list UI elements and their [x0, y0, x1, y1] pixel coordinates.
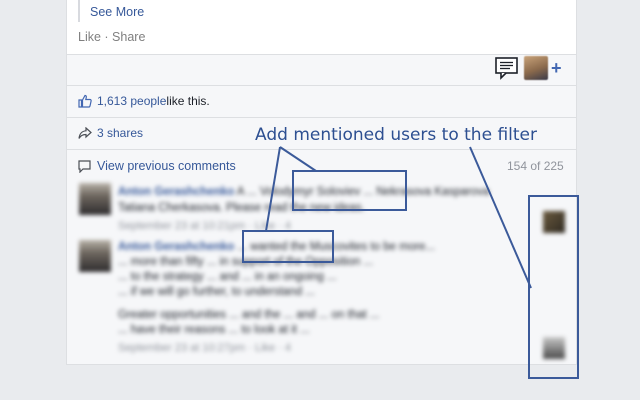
post-actions: Like · Share — [78, 30, 145, 44]
shares-link[interactable]: 3 shares — [97, 126, 143, 140]
comment-text: ... if we will go further, to understand… — [118, 286, 315, 298]
thumbs-up-icon — [78, 94, 92, 108]
view-previous-row[interactable]: View previous comments — [78, 159, 236, 173]
likes-row: 1,613 people like this. — [78, 94, 210, 108]
add-icon[interactable]: + — [551, 58, 562, 78]
divider — [66, 149, 577, 150]
comment-meta: September 23 at 10:27pm · Like · 4 — [118, 342, 292, 354]
see-more-link[interactable]: See More — [90, 5, 144, 19]
comment-as-icon[interactable] — [494, 56, 520, 80]
quote-bar — [78, 0, 80, 22]
comment-avatar[interactable] — [79, 240, 111, 272]
shares-row[interactable]: 3 shares — [78, 126, 143, 140]
comment-author[interactable]: Anton Gerashchenko — [118, 186, 234, 198]
comment-body: Anton Gerashchenko ... wanted the Muscov… — [118, 240, 566, 356]
annotation-box-mention-1 — [292, 170, 407, 211]
likes-suffix: like this. — [166, 94, 210, 108]
share-link[interactable]: Share — [112, 30, 145, 44]
comments-pagination: 154 of 225 — [507, 159, 564, 173]
comment-text: ... to the strategy ... and ... in an on… — [118, 271, 337, 283]
top-right-faint-text: · · — [590, 0, 599, 5]
comment-avatar[interactable] — [79, 183, 111, 215]
divider — [66, 85, 577, 86]
comment-meta: September 23 at 10:21pm · Like · 4 — [118, 220, 292, 232]
view-previous-comments-link[interactable]: View previous comments — [97, 159, 236, 173]
comment-bubble-icon — [78, 159, 91, 173]
likes-count-link[interactable]: 1,613 people — [97, 94, 166, 108]
comment-author[interactable]: Anton Gerashchenko — [118, 241, 234, 253]
annotation-box-mention-2 — [242, 230, 334, 263]
viewer-avatar[interactable] — [524, 56, 548, 80]
comment-text: ... have their reasons ... to look at it… — [118, 324, 310, 336]
share-arrow-icon — [78, 126, 92, 139]
comment-text: ... more than fifty ... in support of th… — [118, 256, 374, 268]
like-link[interactable]: Like — [78, 30, 101, 44]
actions-separator: · — [100, 30, 113, 44]
comment-text: Greater opportunities ... and the ... an… — [118, 309, 380, 321]
divider — [66, 117, 577, 118]
annotation-box-filter — [528, 195, 579, 379]
annotation-caption: Add mentioned users to the filter — [255, 125, 537, 145]
